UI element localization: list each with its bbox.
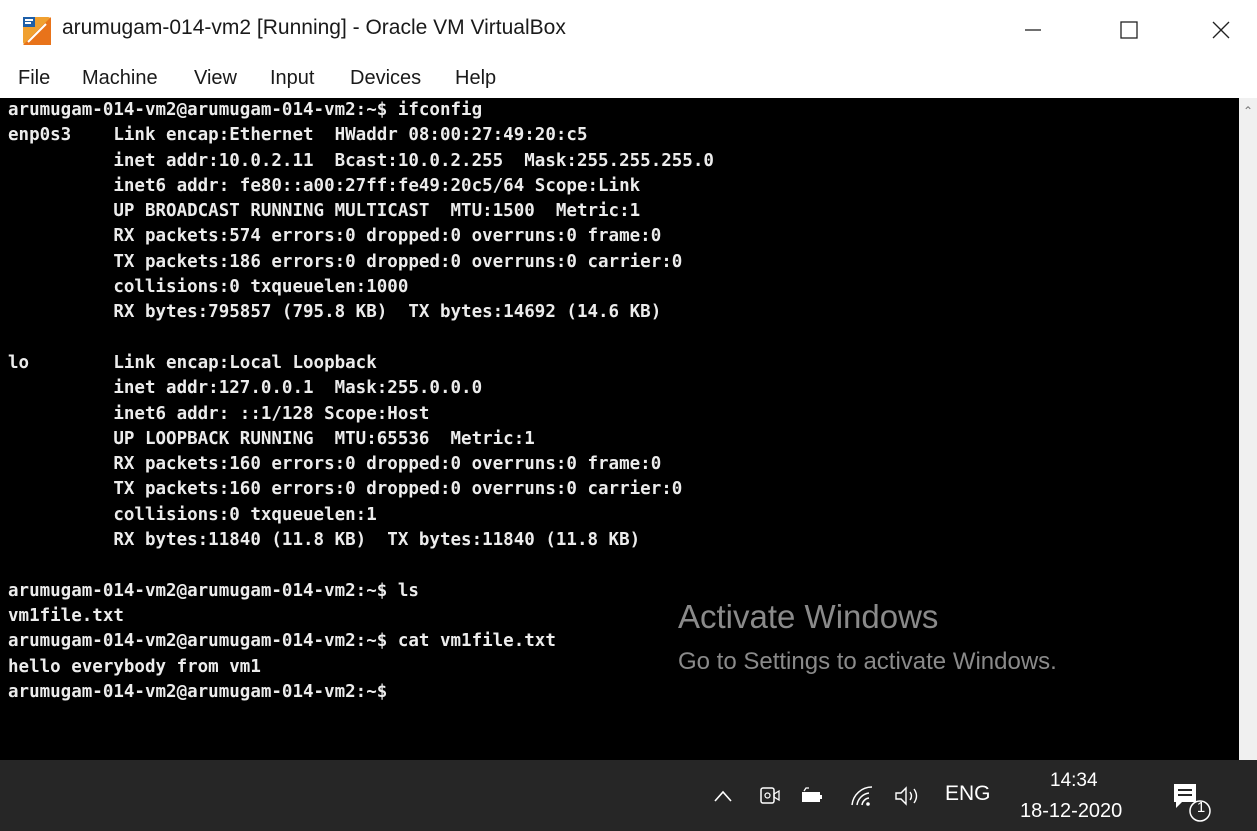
scroll-up-icon[interactable]: ⌃ xyxy=(1239,104,1257,118)
activate-title: Activate Windows xyxy=(678,598,939,635)
terminal-line: arumugam-014-vm2@arumugam-014-vm2:~$ ls xyxy=(8,580,419,601)
activate-subtitle: Go to Settings to activate Windows. xyxy=(678,648,1057,675)
terminal-line: enp0s3 Link encap:Ethernet HWaddr 08:00:… xyxy=(8,125,588,146)
terminal-line: hello everybody from vm1 xyxy=(8,656,261,677)
meet-now-button[interactable] xyxy=(752,760,786,831)
chevron-up-icon xyxy=(714,790,732,802)
language-indicator[interactable]: ENG xyxy=(945,782,991,806)
terminal-line: UP BROADCAST RUNNING MULTICAST MTU:1500 … xyxy=(8,201,641,222)
menu-input[interactable]: Input xyxy=(270,67,314,90)
battery-icon xyxy=(802,786,822,802)
title-bar[interactable]: arumugam-014-vm2 [Running] - Oracle VM V… xyxy=(0,0,1257,60)
terminal-line: arumugam-014-vm2@arumugam-014-vm2:~$ xyxy=(8,681,388,702)
show-hidden-icons-button[interactable] xyxy=(705,760,741,831)
notification-icon xyxy=(1174,784,1211,822)
terminal-line: collisions:0 txqueuelen:1 xyxy=(8,504,377,525)
terminal-line: RX bytes:795857 (795.8 KB) TX bytes:1469… xyxy=(8,302,662,323)
virtualbox-icon xyxy=(23,17,51,45)
terminal-line: inet6 addr: fe80::a00:27ff:fe49:20c5/64 … xyxy=(8,175,641,196)
minimize-button[interactable] xyxy=(1002,0,1064,60)
menu-file[interactable]: File xyxy=(18,67,50,90)
terminal-line: UP LOOPBACK RUNNING MTU:65536 Metric:1 xyxy=(8,428,535,449)
clock-date[interactable]: 18-12-2020 xyxy=(1020,800,1122,823)
menu-help[interactable]: Help xyxy=(455,67,496,90)
terminal-line: RX packets:574 errors:0 dropped:0 overru… xyxy=(8,226,662,247)
menu-machine[interactable]: Machine xyxy=(82,67,158,90)
terminal-line: collisions:0 txqueuelen:1000 xyxy=(8,277,409,298)
menu-bar: File Machine View Input Devices Help xyxy=(0,60,1257,98)
menu-view[interactable]: View xyxy=(194,67,237,90)
maximize-icon xyxy=(1120,21,1138,39)
camera-icon xyxy=(760,786,780,804)
close-icon xyxy=(1212,21,1230,39)
terminal-line: TX packets:186 errors:0 dropped:0 overru… xyxy=(8,251,683,272)
terminal-line: RX packets:160 errors:0 dropped:0 overru… xyxy=(8,454,662,475)
battery-button[interactable] xyxy=(795,760,829,831)
wifi-button[interactable] xyxy=(845,760,879,831)
window-title: arumugam-014-vm2 [Running] - Oracle VM V… xyxy=(62,16,566,39)
scrollbar[interactable]: ⌃ xyxy=(1239,98,1257,760)
terminal-line: inet6 addr: ::1/128 Scope:Host xyxy=(8,403,430,424)
speaker-icon xyxy=(895,785,918,806)
terminal-output: arumugam-014-vm2@arumugam-014-vm2:~$ ifc… xyxy=(8,98,714,705)
volume-button[interactable] xyxy=(888,760,928,831)
terminal-line: inet addr:10.0.2.11 Bcast:10.0.2.255 Mas… xyxy=(8,150,714,171)
terminal-line: arumugam-014-vm2@arumugam-014-vm2:~$ ifc… xyxy=(8,100,483,120)
maximize-button[interactable] xyxy=(1098,0,1160,60)
taskbar: ENG 14:34 18-12-2020 1 xyxy=(0,760,1257,831)
terminal-line: RX bytes:11840 (11.8 KB) TX bytes:11840 … xyxy=(8,530,641,551)
wifi-icon xyxy=(851,785,873,806)
clock-time[interactable]: 14:34 xyxy=(1050,770,1098,792)
terminal-line: TX packets:160 errors:0 dropped:0 overru… xyxy=(8,479,683,500)
terminal-line: arumugam-014-vm2@arumugam-014-vm2:~$ cat… xyxy=(8,631,556,652)
terminal-line: lo Link encap:Local Loopback xyxy=(8,352,377,373)
terminal-line: inet addr:127.0.0.1 Mask:255.0.0.0 xyxy=(8,378,483,399)
activate-windows-watermark: Activate Windows Go to Settings to activ… xyxy=(678,598,1057,676)
notification-center-button[interactable]: 1 xyxy=(1170,780,1214,824)
notification-count: 1 xyxy=(1196,799,1206,816)
minimize-icon xyxy=(1025,29,1041,31)
menu-devices[interactable]: Devices xyxy=(350,67,421,90)
close-button[interactable] xyxy=(1190,0,1252,60)
terminal-line: vm1file.txt xyxy=(8,605,124,626)
